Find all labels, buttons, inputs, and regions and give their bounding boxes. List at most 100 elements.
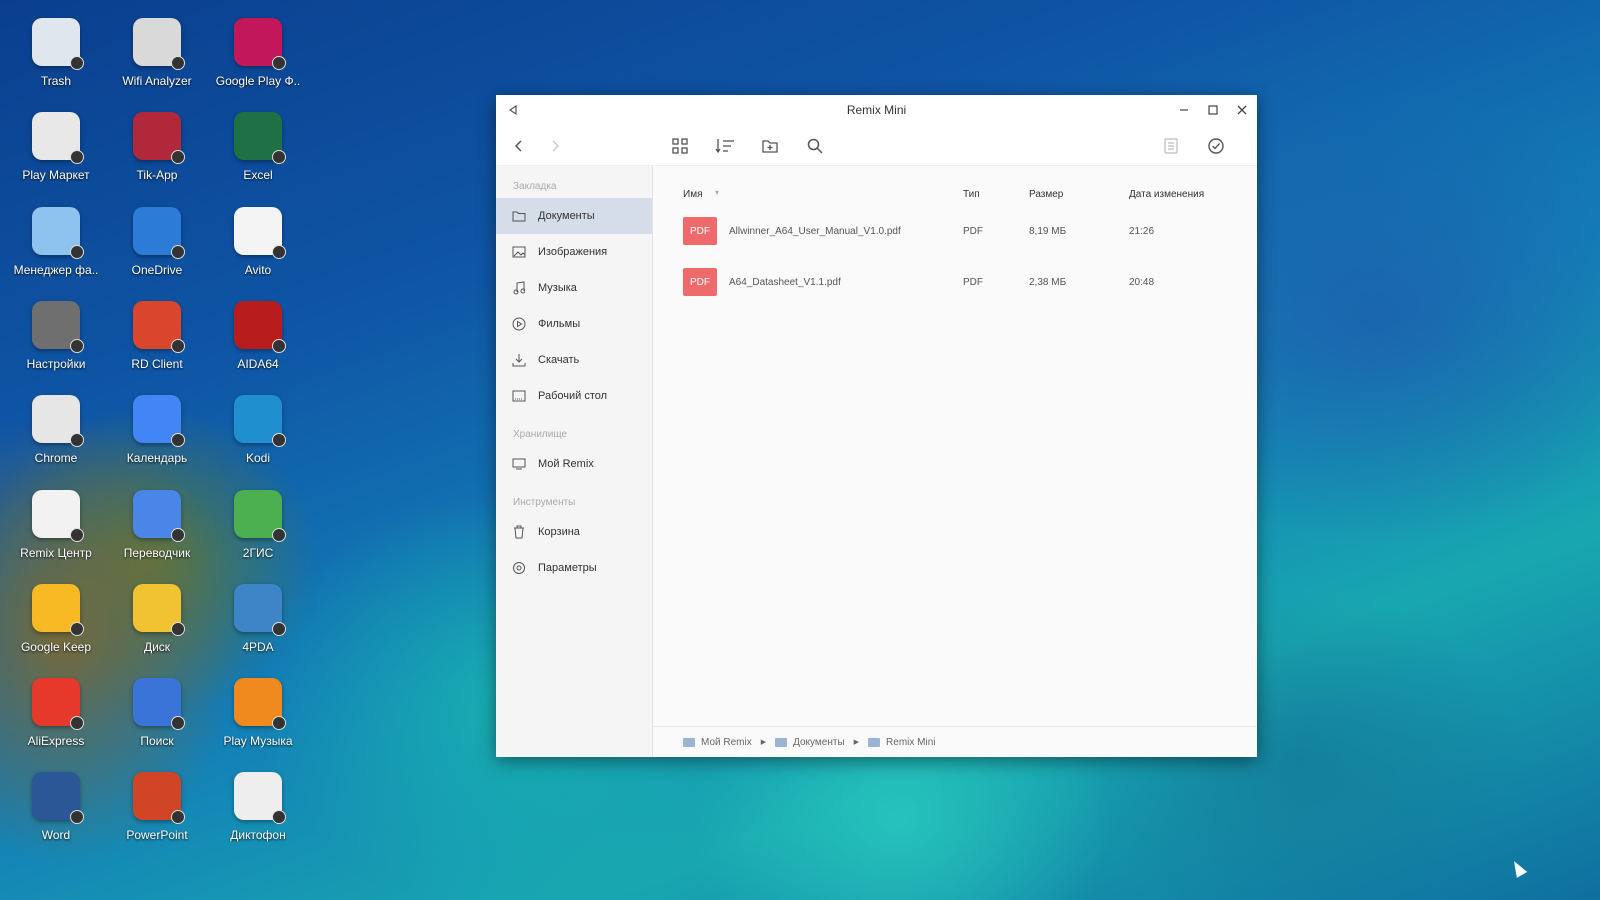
shortcut-arrow-icon <box>272 810 286 825</box>
file-manager-window: Remix Mini Закладка Документы Изображени… <box>496 95 1257 757</box>
desktop-shortcut[interactable]: Tik-App <box>109 96 205 186</box>
search-icon[interactable] <box>802 133 828 159</box>
sidebar-item-documents[interactable]: Документы <box>496 198 652 234</box>
2gis-icon <box>234 489 286 542</box>
desktop-shortcut[interactable]: PowerPoint <box>109 756 205 846</box>
folder-icon <box>511 208 527 224</box>
sidebar-item-desktop[interactable]: Рабочий стол <box>496 378 652 414</box>
maximize-button[interactable] <box>1204 101 1222 119</box>
shortcut-arrow-icon <box>171 716 185 731</box>
sort-down-icon[interactable]: ▾ <box>715 188 719 197</box>
sort-icon[interactable] <box>712 133 738 159</box>
desktop-shortcut[interactable]: 4PDA <box>210 568 306 658</box>
folder-icon <box>683 737 695 747</box>
desktop-shortcut[interactable]: Wifi Analyzer <box>109 2 205 92</box>
desktop-shortcut-label: Google Keep <box>20 639 92 654</box>
sidebar-item-my-remix[interactable]: Мой Remix <box>496 446 652 482</box>
desktop-shortcut[interactable]: Google Play Ф.. <box>210 2 306 92</box>
desktop-shortcut[interactable]: Kodi <box>210 379 306 469</box>
file-row[interactable]: PDF A64_Datasheet_V1.1.pdf PDF 2,38 МБ 2… <box>653 262 1257 310</box>
desktop-shortcut-label: Календарь <box>126 451 188 466</box>
clipboard-icon[interactable] <box>1158 133 1184 159</box>
shortcut-arrow-icon <box>171 527 185 542</box>
remix-center-icon <box>32 489 84 542</box>
shortcut-arrow-icon <box>272 338 286 353</box>
select-check-icon[interactable] <box>1203 133 1229 159</box>
wifi-analyzer-icon <box>133 18 185 70</box>
trash-icon <box>511 524 527 540</box>
desktop-shortcut[interactable]: RD Client <box>109 285 205 375</box>
desktop-shortcut-label: Play Маркет <box>22 168 90 183</box>
file-modified: 20:48 <box>1129 277 1155 288</box>
breadcrumb-label: Документы <box>793 736 845 748</box>
desktop-shortcut-label: AliExpress <box>27 734 85 749</box>
sidebar-item-label: Рабочий стол <box>538 390 608 402</box>
shortcut-arrow-icon <box>272 621 286 636</box>
desktop-shortcut[interactable]: AliExpress <box>8 662 104 752</box>
desktop-shortcut[interactable]: Поиск <box>109 662 205 752</box>
forward-arrow-icon[interactable] <box>542 133 568 159</box>
desktop-shortcut[interactable]: Google Keep <box>8 568 104 658</box>
breadcrumb-documents[interactable]: Документы <box>775 737 845 748</box>
column-modified[interactable]: Дата изменения <box>1129 189 1204 200</box>
sidebar-item-movies[interactable]: Фильмы <box>496 306 652 342</box>
desktop-shortcut[interactable]: Avito <box>210 191 306 281</box>
sidebar-item-images[interactable]: Изображения <box>496 234 652 270</box>
sidebar-item-downloads[interactable]: Скачать <box>496 342 652 378</box>
sidebar-item-trash[interactable]: Корзина <box>496 514 652 550</box>
shortcut-arrow-icon <box>70 716 84 731</box>
sidebar-item-settings[interactable]: Параметры <box>496 550 652 586</box>
desktop-shortcut[interactable]: AIDA64 <box>210 285 306 375</box>
desktop-shortcut[interactable]: Диктофон <box>210 756 306 846</box>
file-type: PDF <box>963 226 983 237</box>
desktop-shortcut[interactable]: Настройки <box>8 285 104 375</box>
column-type[interactable]: Тип <box>963 189 980 200</box>
sidebar-item-label: Параметры <box>538 562 597 574</box>
desktop-shortcut-label: Avito <box>244 262 272 277</box>
file-manager-icon <box>32 206 84 259</box>
desktop-shortcut[interactable]: Chrome <box>8 379 104 469</box>
desktop-shortcut[interactable]: Play Музыка <box>210 662 306 752</box>
desktop-shortcut[interactable]: Календарь <box>109 379 205 469</box>
desktop-shortcut[interactable]: OneDrive <box>109 191 205 281</box>
minimize-button[interactable] <box>1175 101 1193 119</box>
file-size: 2,38 МБ <box>1029 277 1067 288</box>
file-row[interactable]: PDF Allwinner_A64_User_Manual_V1.0.pdf P… <box>653 211 1257 259</box>
file-name: Allwinner_A64_User_Manual_V1.0.pdf <box>729 226 901 237</box>
column-size[interactable]: Размер <box>1029 189 1063 200</box>
desktop-shortcut[interactable]: Переводчик <box>109 474 205 564</box>
grid-view-icon[interactable] <box>667 133 693 159</box>
toolbar <box>496 125 1257 166</box>
excel-icon <box>234 112 286 165</box>
desktop-shortcut[interactable]: 2ГИС <box>210 474 306 564</box>
trash-icon <box>32 18 84 70</box>
new-folder-icon[interactable] <box>757 133 783 159</box>
breadcrumb-remix-mini[interactable]: Remix Mini <box>868 737 936 748</box>
desktop-shortcut[interactable]: Диск <box>109 568 205 658</box>
desktop-shortcut[interactable]: Excel <box>210 96 306 186</box>
desktop-shortcut-label: PowerPoint <box>126 828 188 843</box>
desktop-shortcut[interactable]: Word <box>8 756 104 846</box>
gear-icon <box>511 560 527 576</box>
breadcrumb-label: Мой Remix <box>701 736 752 748</box>
pdf-file-icon: PDF <box>683 217 717 245</box>
shortcut-arrow-icon <box>70 810 84 825</box>
close-button[interactable] <box>1233 101 1251 119</box>
play-circle-icon <box>511 316 527 332</box>
column-name[interactable]: Имя <box>683 189 702 200</box>
section-tools: Инструменты <box>513 497 576 508</box>
sidebar-item-music[interactable]: Музыка <box>496 270 652 306</box>
folder-icon <box>775 737 788 747</box>
google-keep-icon <box>32 583 84 636</box>
back-arrow-icon[interactable] <box>506 133 532 159</box>
desktop-shortcut[interactable]: Менеджер фа.. <box>8 191 104 281</box>
breadcrumb-separator-icon: ▶ <box>760 739 767 746</box>
breadcrumb-my-remix[interactable]: Мой Remix <box>683 737 752 748</box>
desktop-shortcut[interactable]: Play Маркет <box>8 96 104 186</box>
desktop-shortcut-label: Excel <box>243 168 273 183</box>
desktop-shortcut[interactable]: Remix Центр <box>8 474 104 564</box>
rd-client-icon <box>133 300 185 353</box>
desktop-shortcut[interactable]: Trash <box>8 2 104 92</box>
sidebar-item-label: Документы <box>538 210 595 222</box>
shortcut-arrow-icon <box>171 338 185 353</box>
